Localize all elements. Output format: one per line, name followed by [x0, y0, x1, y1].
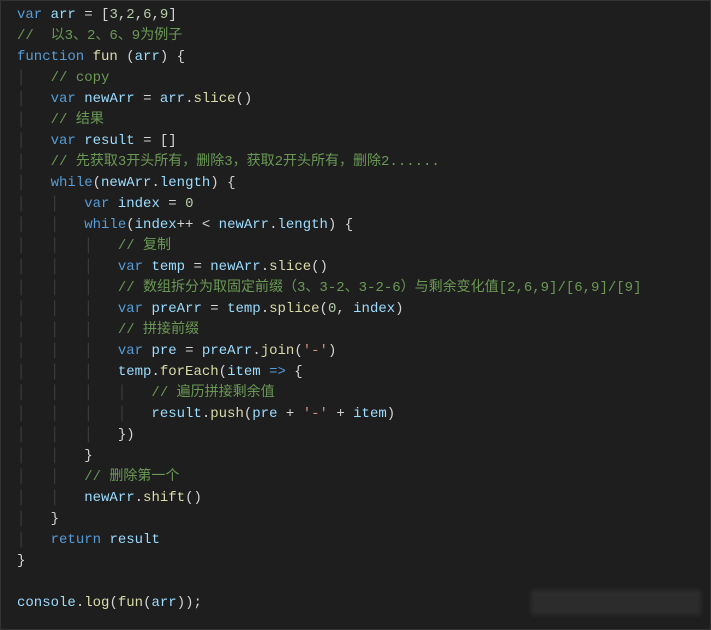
- code-line: │ // 先获取3开头所有，删除3，获取2开头所有，删除2......: [1, 152, 710, 173]
- watermark: [531, 590, 701, 615]
- code-line: │ return result: [1, 530, 710, 551]
- code-line: │ }: [1, 509, 710, 530]
- code-line: var arr = [3,2,6,9]: [1, 5, 710, 26]
- code-line: │ │ │ // 复制: [1, 236, 710, 257]
- code-line: │ // copy: [1, 68, 710, 89]
- code-line: // 以3、2、6、9为例子: [1, 26, 710, 47]
- code-line: │ // 结果: [1, 110, 710, 131]
- code-line: │ │ │ │ // 遍历拼接剩余值: [1, 383, 710, 404]
- code-line: │ var result = []: [1, 131, 710, 152]
- code-line: │ │ │ temp.forEach(item => {: [1, 362, 710, 383]
- code-line: │ while(newArr.length) {: [1, 173, 710, 194]
- code-line: │ │ │ var pre = preArr.join('-'): [1, 341, 710, 362]
- code-editor[interactable]: var arr = [3,2,6,9] // 以3、2、6、9为例子 funct…: [1, 5, 710, 614]
- code-line: │ │ │ // 数组拆分为取固定前缀（3、3-2、3-2-6）与剩余变化值[2…: [1, 278, 710, 299]
- code-line: │ │ var index = 0: [1, 194, 710, 215]
- code-line: │ │ │ var temp = newArr.slice(): [1, 257, 710, 278]
- code-line: │ │ }: [1, 446, 710, 467]
- code-line: │ var newArr = arr.slice(): [1, 89, 710, 110]
- code-line: │ │ while(index++ < newArr.length) {: [1, 215, 710, 236]
- code-line: }: [1, 551, 710, 572]
- code-line: │ │ │ │ result.push(pre + '-' + item): [1, 404, 710, 425]
- code-line: function fun (arr) {: [1, 47, 710, 68]
- code-line: │ │ // 删除第一个: [1, 467, 710, 488]
- code-line: │ │ │ // 拼接前缀: [1, 320, 710, 341]
- code-line: │ │ newArr.shift(): [1, 488, 710, 509]
- code-line: │ │ │ var preArr = temp.splice(0, index): [1, 299, 710, 320]
- code-line: │ │ │ }): [1, 425, 710, 446]
